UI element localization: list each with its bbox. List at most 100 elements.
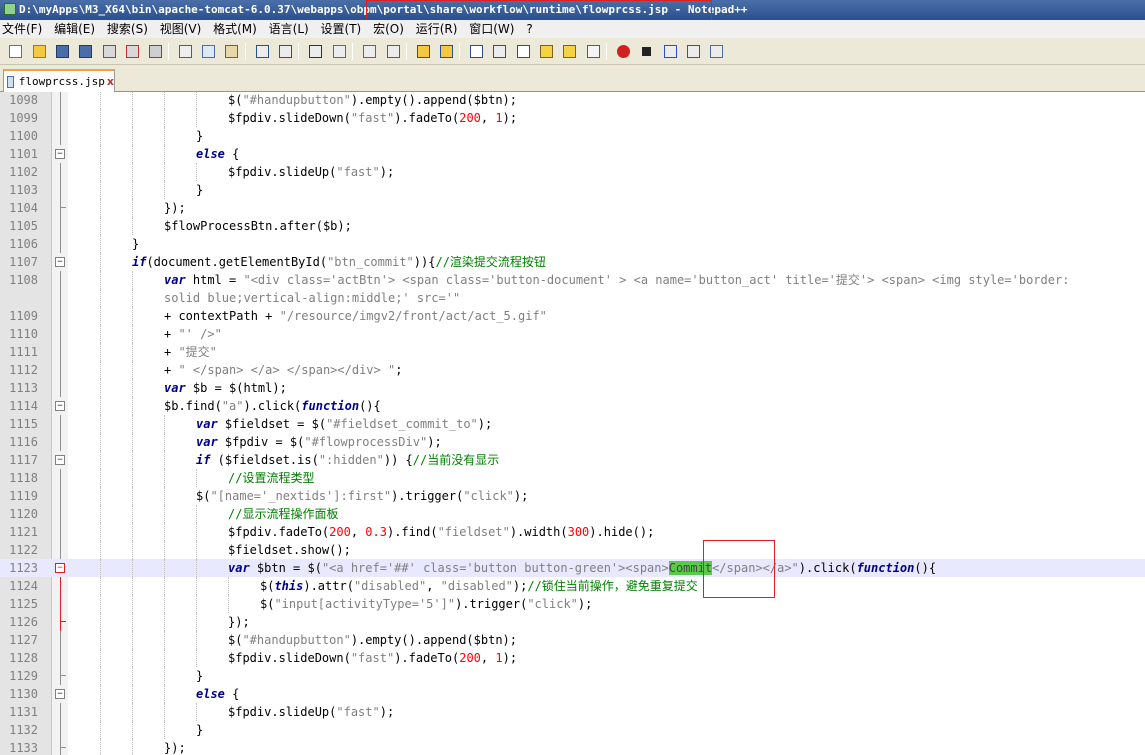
code-line[interactable]: 1107 − if(document.getElementById("btn_com… — [0, 253, 1145, 271]
menu-search[interactable]: 搜索(S) — [107, 20, 154, 38]
tab-flowprcss[interactable]: flowprcss.jsp x — [3, 69, 115, 92]
code-line[interactable]: 1098 $("#handupbutton").empty().append($b… — [0, 92, 1145, 109]
play-macro-icon[interactable] — [661, 42, 679, 60]
code-line[interactable]: 1133}); — [0, 739, 1145, 755]
code-line[interactable]: 1112 + " </span> </a> </span></div> "; — [0, 361, 1145, 379]
code-line[interactable]: 1128 $fpdiv.slideDown("fast").fadeTo(200,… — [0, 649, 1145, 667]
code-line[interactable]: 1130 − else { — [0, 685, 1145, 703]
code-line[interactable]: 1132} — [0, 721, 1145, 739]
copy-icon[interactable] — [199, 42, 217, 60]
code-line[interactable]: 1131 $fpdiv.slideUp("fast"); — [0, 703, 1145, 721]
code-line[interactable]: 1103} — [0, 181, 1145, 199]
menu-language[interactable]: 语言(L) — [269, 20, 315, 38]
code-line[interactable]: 1118 //设置流程类型 — [0, 469, 1145, 487]
code-line[interactable]: 1129} — [0, 667, 1145, 685]
number-token: 1 — [495, 111, 503, 125]
zoom-out-icon[interactable] — [384, 42, 402, 60]
menu-edit[interactable]: 编辑(E) — [54, 20, 101, 38]
code-line[interactable]: 1101 − else { — [0, 145, 1145, 163]
code-line[interactable]: 1124 $(this).attr("disabled", "disabled")… — [0, 577, 1145, 595]
fold-toggle-icon[interactable]: − — [55, 563, 65, 573]
code-line[interactable]: 1113 var $b = $(html); — [0, 379, 1145, 397]
indent-guide — [164, 487, 165, 505]
code-line[interactable]: 1117 − if ($fieldset.is(":hidden")) {//当前没… — [0, 451, 1145, 469]
code-line[interactable]: 1099 $fpdiv.slideDown("fast").fadeTo(200,… — [0, 109, 1145, 127]
code-content: if ($fieldset.is(":hidden")) {//当前没有显示 — [196, 451, 499, 469]
code-line[interactable]: 1108 var html = "<div class='actBtn'> <sp… — [0, 271, 1145, 289]
indent-guide — [164, 721, 165, 739]
save-macro-icon[interactable] — [707, 42, 725, 60]
code-line[interactable]: 1116 var $fpdiv = $("#flowprocessDiv"); — [0, 433, 1145, 451]
redo-icon[interactable] — [276, 42, 294, 60]
indent-guide — [164, 163, 165, 181]
fold-toggle-icon[interactable]: − — [55, 689, 65, 699]
print-icon[interactable] — [146, 42, 164, 60]
menu-window[interactable]: 窗口(W) — [469, 20, 520, 38]
function-list-icon[interactable] — [584, 42, 602, 60]
sync-horizontal-icon[interactable] — [437, 42, 455, 60]
undo-icon[interactable] — [253, 42, 271, 60]
fold-toggle-icon[interactable]: − — [55, 257, 65, 267]
find-icon[interactable] — [306, 42, 324, 60]
line-number: 1100 — [9, 129, 38, 143]
new-file-icon[interactable] — [6, 42, 24, 60]
save-icon[interactable] — [53, 42, 71, 60]
code-line[interactable]: 1126}); — [0, 613, 1145, 631]
code-editor[interactable]: 1098 $("#handupbutton").empty().append($b… — [0, 92, 1145, 755]
menu-help[interactable]: ? — [526, 20, 538, 38]
menu-view[interactable]: 视图(V) — [160, 20, 208, 38]
word-wrap-icon[interactable] — [467, 42, 485, 60]
code-line[interactable]: 1110 + "' />" — [0, 325, 1145, 343]
paste-icon[interactable] — [222, 42, 240, 60]
tab-close-icon[interactable]: x — [107, 75, 114, 88]
user-lang-icon[interactable] — [537, 42, 555, 60]
code-line[interactable]: 1127 $("#handupbutton").empty().append($b… — [0, 631, 1145, 649]
code-line[interactable]: 1102 $fpdiv.slideUp("fast"); — [0, 163, 1145, 181]
menu-macro[interactable]: 宏(O) — [373, 20, 410, 38]
string-token: " </span> </a> </span></div> " — [178, 363, 396, 377]
code-line[interactable]: 1114 − $b.find("a").click(function(){ — [0, 397, 1145, 415]
code-line[interactable]: 1104}); — [0, 199, 1145, 217]
fold-toggle-icon[interactable]: − — [55, 149, 65, 159]
code-line[interactable]: 1121 $fpdiv.fadeTo(200, 0.3).find("fields… — [0, 523, 1145, 541]
fold-toggle-icon[interactable]: − — [55, 455, 65, 465]
menu-file[interactable]: 文件(F) — [2, 20, 48, 38]
doc-map-icon[interactable] — [560, 42, 578, 60]
menu-format[interactable]: 格式(M) — [213, 20, 263, 38]
close-icon[interactable] — [100, 42, 118, 60]
code-line[interactable]: 1123 − var $btn = $("<a href='##' class='b… — [0, 559, 1145, 577]
show-all-chars-icon[interactable] — [490, 42, 508, 60]
code-line[interactable]: 1125 $("input[activityType='5']").trigger… — [0, 595, 1145, 613]
sync-vertical-icon[interactable] — [414, 42, 432, 60]
notepad-plus-plus-icon — [4, 3, 16, 15]
open-file-icon[interactable] — [30, 42, 48, 60]
code-content: $fpdiv.slideDown("fast").fadeTo(200, 1); — [228, 649, 517, 667]
menu-run[interactable]: 运行(R) — [416, 20, 464, 38]
zoom-in-icon[interactable] — [360, 42, 378, 60]
code-line[interactable]: 1115 var $fieldset = $("#fieldset_commit_… — [0, 415, 1145, 433]
code-line[interactable]: 1119 $("[name='_nextids']:first").trigger… — [0, 487, 1145, 505]
line-number: 1099 — [9, 111, 38, 125]
indent-guide — [164, 649, 165, 667]
cut-icon[interactable] — [176, 42, 194, 60]
menu-settings[interactable]: 设置(T) — [321, 20, 368, 38]
replace-icon[interactable] — [330, 42, 348, 60]
code-line[interactable]: 1109 + contextPath + "/resource/imgv2/fro… — [0, 307, 1145, 325]
saved-file-icon — [7, 75, 14, 88]
code-line[interactable]: 1111 + "提交" — [0, 343, 1145, 361]
fold-toggle-icon[interactable]: − — [55, 401, 65, 411]
code-line[interactable]: 1122 $fieldset.show(); — [0, 541, 1145, 559]
code-line[interactable]: 1105 $flowProcessBtn.after($b); — [0, 217, 1145, 235]
code-line[interactable]: solid blue;vertical-align:middle;' src='… — [0, 289, 1145, 307]
close-all-icon[interactable] — [123, 42, 141, 60]
code-line[interactable]: 1120 //显示流程操作面板 — [0, 505, 1145, 523]
code-text: $( — [196, 489, 211, 503]
record-macro-icon[interactable] — [614, 42, 632, 60]
stop-record-icon[interactable] — [637, 42, 655, 60]
code-line[interactable]: 1100} — [0, 127, 1145, 145]
run-macro-multiple-icon[interactable] — [684, 42, 702, 60]
indent-guide — [100, 109, 101, 127]
indent-guide-icon[interactable] — [514, 42, 532, 60]
save-all-icon[interactable] — [76, 42, 94, 60]
code-line[interactable]: 1106} — [0, 235, 1145, 253]
